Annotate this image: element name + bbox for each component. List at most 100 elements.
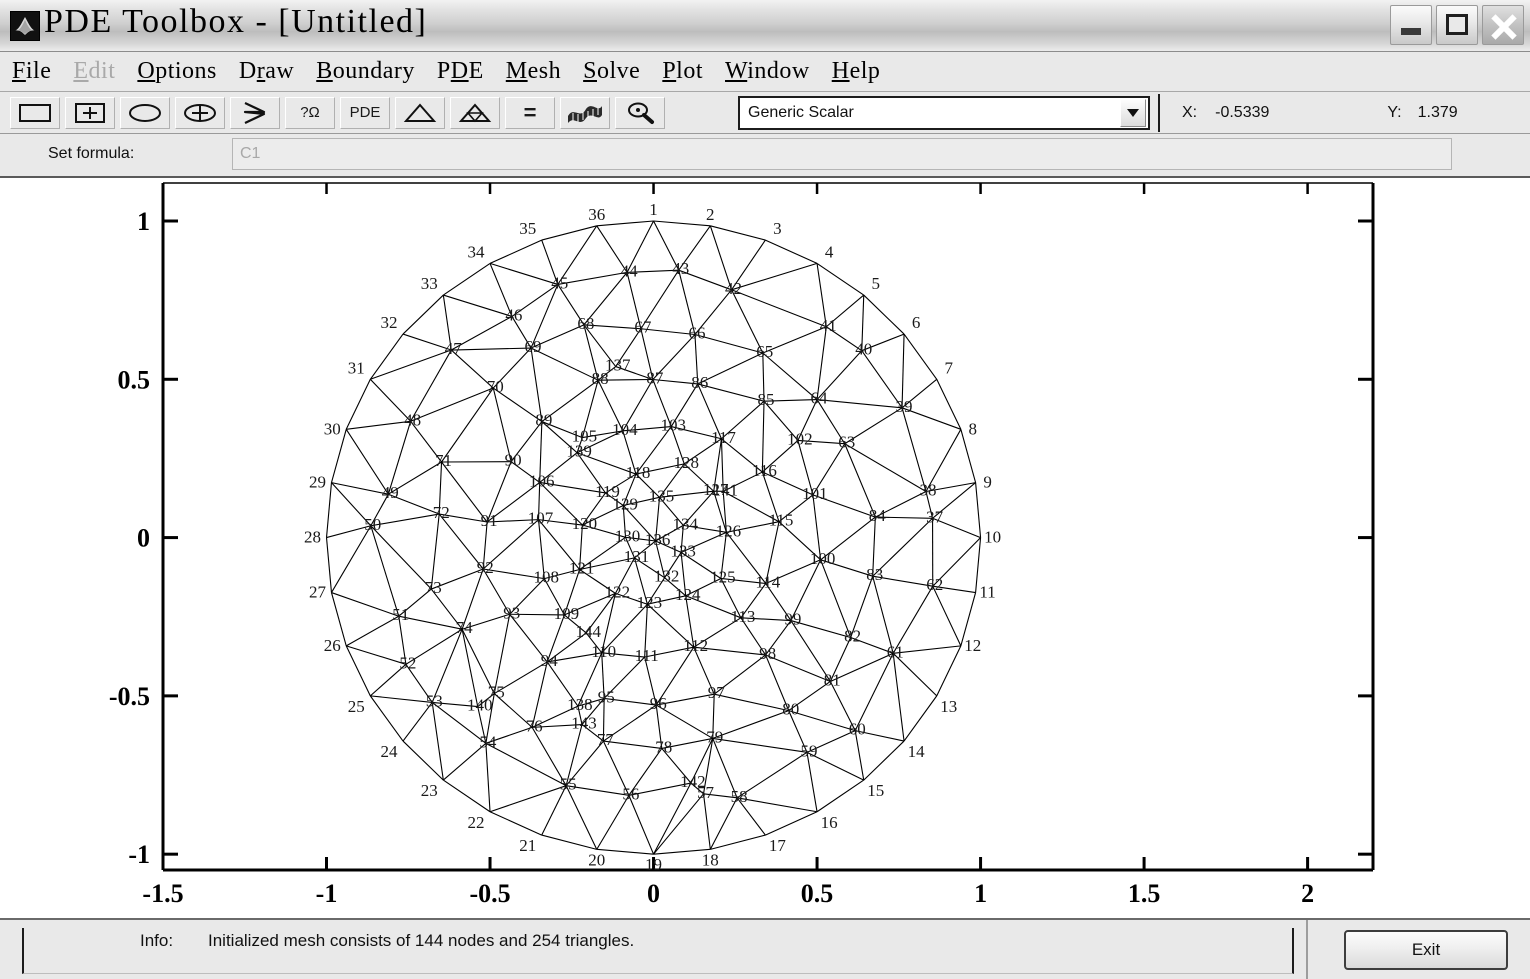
svg-text:15: 15 — [867, 781, 884, 800]
minimize-button[interactable] — [1390, 5, 1432, 45]
svg-text:130: 130 — [615, 526, 641, 545]
svg-text:96: 96 — [650, 694, 667, 713]
svg-text:43: 43 — [672, 259, 689, 278]
draw-ellipse-button[interactable] — [120, 96, 170, 129]
svg-text:0: 0 — [137, 524, 150, 553]
svg-text:104: 104 — [612, 420, 638, 439]
svg-text:40: 40 — [855, 340, 872, 359]
menu-item-options[interactable]: Options — [137, 58, 217, 85]
menu-item-draw[interactable]: Draw — [239, 58, 294, 85]
svg-text:95: 95 — [598, 687, 615, 706]
svg-text:46: 46 — [505, 305, 522, 324]
svg-text:107: 107 — [528, 509, 554, 528]
svg-text:38: 38 — [920, 481, 937, 500]
svg-text:5: 5 — [871, 274, 880, 293]
svg-text:59: 59 — [801, 741, 818, 760]
svg-text:85: 85 — [758, 390, 775, 409]
svg-text:2: 2 — [1301, 879, 1314, 908]
svg-text:6: 6 — [912, 313, 921, 332]
svg-text:48: 48 — [404, 410, 421, 429]
info-message: Initialized mesh consists of 144 nodes a… — [208, 931, 635, 950]
solve-pde-button[interactable]: = — [505, 96, 555, 129]
svg-text:89: 89 — [535, 411, 552, 430]
svg-text:-1: -1 — [316, 879, 338, 908]
menu-item-file[interactable]: File — [12, 58, 51, 85]
svg-text:103: 103 — [660, 416, 686, 435]
rectangle-icon — [19, 103, 51, 122]
menu-item-window[interactable]: Window — [725, 58, 810, 85]
svg-text:65: 65 — [756, 342, 773, 361]
svg-text:79: 79 — [706, 727, 723, 746]
svg-text:36: 36 — [588, 205, 605, 224]
set-formula-input[interactable]: C1 — [232, 138, 1452, 170]
svg-text:28: 28 — [304, 528, 321, 547]
svg-text:136: 136 — [645, 530, 671, 549]
svg-text:9: 9 — [983, 473, 992, 492]
svg-text:102: 102 — [787, 429, 813, 448]
draw-rectangle-button[interactable] — [10, 96, 60, 129]
menu-item-plot[interactable]: Plot — [662, 58, 703, 85]
svg-text:84: 84 — [869, 506, 887, 525]
menu-item-mesh[interactable]: Mesh — [506, 58, 561, 85]
pde-toolbox-window: PDE Toolbox - [Untitled] File Edit Optio… — [0, 0, 1530, 979]
svg-text:52: 52 — [399, 653, 416, 672]
svg-text:143: 143 — [571, 714, 597, 733]
initialize-mesh-button[interactable] — [395, 96, 445, 129]
svg-text:81: 81 — [824, 671, 841, 690]
draw-polygon-button[interactable] — [230, 96, 280, 129]
svg-text:100: 100 — [810, 549, 836, 568]
pde-specification-label: PDE — [349, 104, 381, 121]
triangle-refined-icon — [458, 102, 492, 122]
svg-text:35: 35 — [519, 219, 536, 238]
menu-item-pde[interactable]: PDE — [437, 58, 484, 85]
svg-text:33: 33 — [421, 274, 438, 293]
svg-text:114: 114 — [755, 573, 780, 592]
menu-item-solve[interactable]: Solve — [583, 58, 640, 85]
svg-text:110: 110 — [591, 642, 616, 661]
svg-text:56: 56 — [622, 784, 639, 803]
svg-text:1: 1 — [974, 879, 987, 908]
plot-solution-button[interactable] — [560, 96, 610, 129]
menu-item-boundary[interactable]: Boundary — [316, 58, 415, 85]
svg-text:17: 17 — [769, 836, 787, 855]
svg-text:50: 50 — [364, 515, 381, 534]
close-button[interactable] — [1482, 5, 1524, 45]
window-controls — [1390, 5, 1524, 45]
draw-rectangle-center-button[interactable] — [65, 96, 115, 129]
boundary-mode-button[interactable]: ?Ω — [285, 96, 335, 129]
svg-text:1: 1 — [649, 200, 658, 219]
svg-text:117: 117 — [711, 428, 736, 447]
coordinate-readout: X: -0.5339 Y: 1.379 — [1158, 94, 1522, 132]
svg-text:76: 76 — [526, 716, 543, 735]
application-mode-select[interactable]: Generic Scalar — [738, 96, 1150, 130]
svg-text:123: 123 — [637, 593, 663, 612]
svg-text:1.5: 1.5 — [1128, 879, 1161, 908]
draw-ellipse-center-button[interactable] — [175, 96, 225, 129]
svg-text:29: 29 — [309, 473, 326, 492]
svg-text:51: 51 — [392, 605, 409, 624]
svg-text:116: 116 — [752, 461, 777, 480]
maximize-button[interactable] — [1436, 5, 1478, 45]
svg-text:121: 121 — [569, 559, 595, 578]
svg-text:4: 4 — [825, 242, 834, 261]
svg-text:-0.5: -0.5 — [109, 682, 150, 711]
svg-text:70: 70 — [487, 377, 504, 396]
svg-text:19: 19 — [645, 855, 662, 874]
exit-button[interactable]: Exit — [1344, 930, 1508, 970]
refine-mesh-button[interactable] — [450, 96, 500, 129]
pde-specification-button[interactable]: PDE — [340, 96, 390, 129]
chevron-down-icon[interactable] — [1120, 99, 1146, 127]
mesh-plot-canvas[interactable]: -1.5 -1 -0.5 0 0.5 1 1.5 2 -1 -0.5 0 0.5 1 1 2 3 4 5 6 7 8 9 1… — [0, 178, 1530, 918]
svg-text:125: 125 — [710, 568, 736, 587]
svg-text:64: 64 — [811, 389, 829, 408]
svg-text:14: 14 — [908, 742, 926, 761]
application-mode-value: Generic Scalar — [748, 104, 854, 121]
menu-item-help[interactable]: Help — [832, 58, 881, 85]
ellipse-center-icon — [184, 103, 216, 122]
svg-text:135: 135 — [649, 486, 675, 505]
zoom-button[interactable] — [615, 96, 665, 129]
svg-text:44: 44 — [621, 261, 639, 280]
title-bar: PDE Toolbox - [Untitled] — [0, 0, 1530, 52]
svg-text:90: 90 — [505, 451, 522, 470]
svg-text:30: 30 — [324, 419, 341, 438]
